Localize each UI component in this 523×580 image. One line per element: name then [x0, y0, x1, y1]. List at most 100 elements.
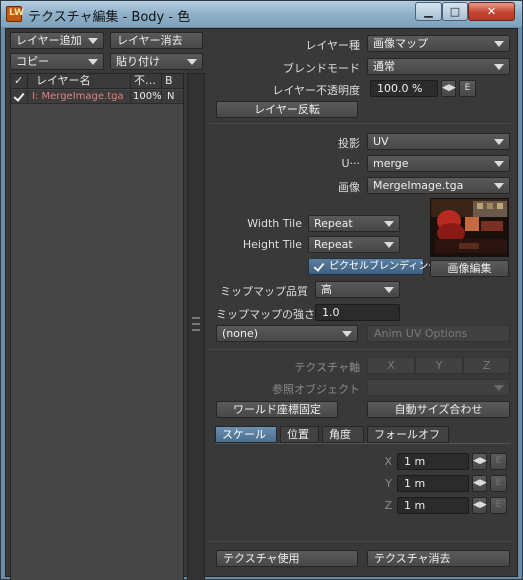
- layer-opacity: 100%: [133, 90, 162, 104]
- chevron-down-icon: [494, 139, 504, 145]
- opacity-input[interactable]: 100.0 %: [370, 80, 438, 97]
- window-title: テクスチャ編集 - Body - 色: [28, 10, 191, 25]
- copy-label: コピー: [16, 55, 49, 68]
- tab-falloff[interactable]: フォールオフ: [367, 426, 449, 443]
- layer-blend: N: [167, 91, 175, 102]
- reference-object-label: 参照オブジェクト: [272, 383, 360, 396]
- chevron-down-icon: [494, 183, 504, 189]
- reference-object-dropdown[interactable]: [367, 379, 510, 396]
- mipmap-strength-input[interactable]: 1.0: [315, 304, 400, 321]
- auto-size-button[interactable]: 自動サイズ合わせ: [367, 401, 510, 418]
- layer-enable-checkbox[interactable]: [11, 90, 28, 104]
- pixel-blending-label: ピクセルブレンディング: [329, 261, 439, 272]
- scale-z-envelope[interactable]: E: [490, 497, 507, 514]
- scale-x-input[interactable]: 1 m: [397, 453, 469, 470]
- tab-rotation[interactable]: 角度: [322, 426, 364, 443]
- layer-list-header: ✓ レイヤー名 不… B: [11, 74, 183, 89]
- chevron-down-icon: [88, 38, 98, 44]
- grip-icon: [192, 317, 200, 331]
- remove-texture-button[interactable]: テクスチャ消去: [367, 550, 510, 567]
- scale-y-slider[interactable]: ◀▶: [472, 475, 487, 492]
- minimize-button[interactable]: ▁: [415, 2, 442, 21]
- image-dropdown[interactable]: MergeImage.tga: [367, 177, 510, 194]
- chevron-down-icon: [187, 59, 197, 65]
- pixel-blending-toggle[interactable]: ピクセルブレンディング: [308, 258, 438, 275]
- height-tile-label: Height Tile: [242, 238, 302, 251]
- tab-baseline: [215, 443, 511, 444]
- layer-row[interactable]: I: MergeImage.tga 100% N: [11, 90, 183, 104]
- layer-type-dropdown[interactable]: 画像マップ: [367, 35, 510, 52]
- layer-list[interactable]: ✓ レイヤー名 不… B I: MergeImage.tga 100% N: [10, 73, 184, 580]
- uvmap-dropdown[interactable]: merge: [367, 155, 510, 172]
- header-blend[interactable]: B: [162, 74, 183, 89]
- close-button[interactable]: ✕: [468, 2, 515, 21]
- paste-dropdown[interactable]: 貼り付け: [110, 53, 203, 70]
- uvmap-value: merge: [373, 157, 409, 170]
- add-layer-label: レイヤー追加: [16, 34, 82, 47]
- projection-value: UV: [373, 135, 389, 148]
- scale-z-slider[interactable]: ◀▶: [472, 497, 487, 514]
- height-tile-dropdown[interactable]: Repeat: [308, 236, 400, 253]
- chevron-down-icon: [494, 385, 504, 391]
- axis-z-button[interactable]: Z: [463, 357, 510, 374]
- blend-mode-label: ブレンドモード: [283, 62, 360, 75]
- opacity-slider-arrows[interactable]: ◀▶: [441, 80, 456, 97]
- axis-y-button[interactable]: Y: [415, 357, 463, 374]
- scale-y-label: Y: [385, 477, 392, 490]
- checkmark-icon: [14, 91, 24, 101]
- chevron-down-icon: [494, 161, 504, 167]
- anim-uv-options-button[interactable]: Anim UV Options: [367, 325, 510, 342]
- double-arrow-icon: ◀▶: [473, 456, 487, 466]
- tab-position[interactable]: 位置: [280, 426, 319, 443]
- opacity-envelope-button[interactable]: E: [459, 80, 476, 97]
- header-opacity[interactable]: 不…: [131, 74, 162, 89]
- double-arrow-icon: ◀▶: [442, 83, 456, 93]
- separator: [209, 123, 511, 124]
- header-enable[interactable]: ✓: [11, 74, 28, 89]
- tab-scale[interactable]: スケール: [215, 426, 277, 443]
- projection-dropdown[interactable]: UV: [367, 133, 510, 150]
- double-arrow-icon: ◀▶: [473, 478, 487, 488]
- app-icon: LW: [6, 6, 24, 22]
- height-tile-value: Repeat: [314, 238, 353, 251]
- scale-x-slider[interactable]: ◀▶: [472, 453, 487, 470]
- edit-image-button[interactable]: 画像編集: [430, 260, 509, 277]
- mipmap-quality-dropdown[interactable]: 高: [315, 281, 400, 298]
- layer-name: I: MergeImage.tga: [28, 90, 131, 104]
- scale-x-label: X: [384, 455, 392, 468]
- scale-x-envelope[interactable]: E: [490, 453, 507, 470]
- blend-mode-value: 通常: [373, 60, 395, 73]
- invert-layer-button[interactable]: レイヤー反転: [216, 101, 358, 118]
- opacity-label: レイヤー不透明度: [272, 84, 360, 97]
- double-arrow-icon: ◀▶: [473, 500, 487, 510]
- anim-uv-dropdown[interactable]: (none): [216, 325, 358, 342]
- scale-y-input[interactable]: 1 m: [397, 475, 469, 492]
- axis-x-button[interactable]: X: [367, 357, 415, 374]
- header-layer-name[interactable]: レイヤー名: [28, 74, 131, 89]
- remove-layer-button[interactable]: レイヤー消去: [110, 32, 203, 49]
- world-coords-button[interactable]: ワールド座標固定: [216, 401, 338, 418]
- width-tile-dropdown[interactable]: Repeat: [308, 215, 400, 232]
- chevron-down-icon: [342, 331, 352, 337]
- paste-label: 貼り付け: [116, 55, 160, 68]
- app-icon-text: LW: [9, 8, 24, 18]
- separator: [209, 541, 511, 542]
- copy-dropdown[interactable]: コピー: [10, 53, 104, 70]
- maximize-icon: □: [449, 5, 461, 18]
- scale-z-label: Z: [384, 499, 392, 512]
- mipmap-quality-label: ミップマップ品質: [220, 285, 308, 298]
- panel-splitter[interactable]: [187, 73, 205, 580]
- scale-z-input[interactable]: 1 m: [397, 497, 469, 514]
- title-bar[interactable]: LW テクスチャ編集 - Body - 色 ▁ □ ✕: [1, 1, 522, 27]
- scale-y-envelope[interactable]: E: [490, 475, 507, 492]
- layer-type-value: 画像マップ: [373, 37, 428, 50]
- add-layer-dropdown[interactable]: レイヤー追加: [10, 32, 104, 49]
- chevron-down-icon: [384, 287, 394, 293]
- maximize-button[interactable]: □: [442, 2, 468, 21]
- image-thumbnail[interactable]: [430, 198, 509, 257]
- blend-mode-dropdown[interactable]: 通常: [367, 58, 510, 75]
- chevron-down-icon: [494, 64, 504, 70]
- use-texture-button[interactable]: テクスチャ使用: [216, 550, 358, 567]
- chevron-down-icon: [384, 242, 394, 248]
- image-label: 画像: [338, 181, 360, 194]
